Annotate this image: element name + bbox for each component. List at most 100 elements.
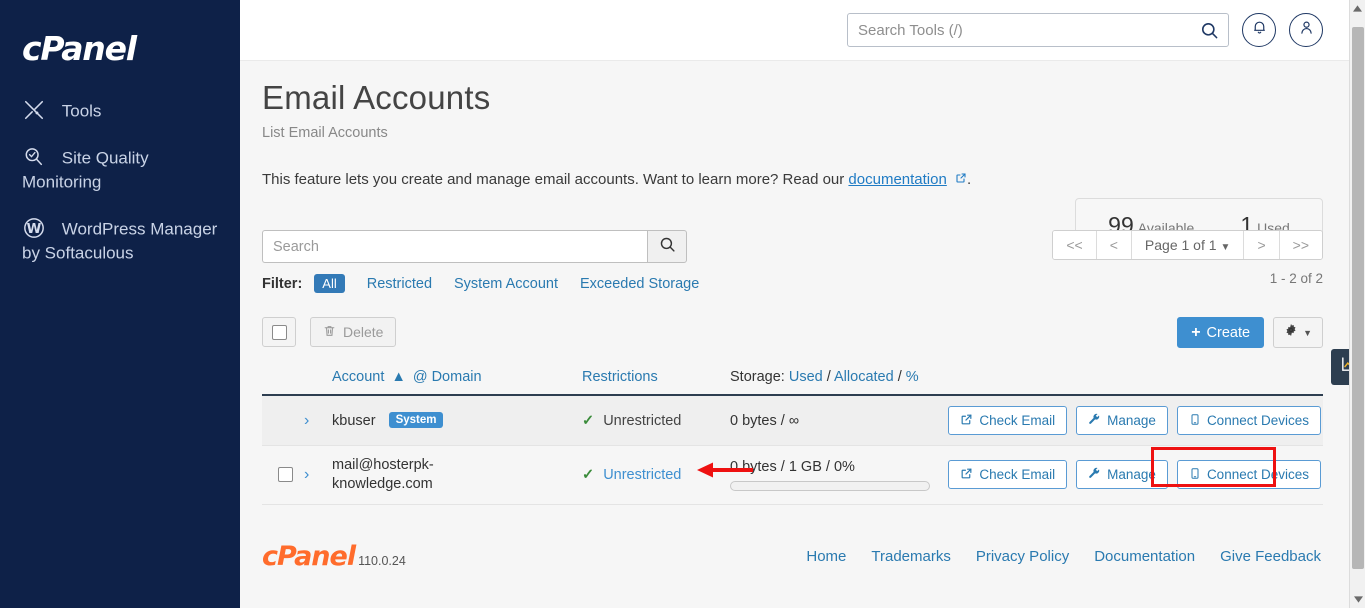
account-search-input[interactable] (262, 230, 647, 263)
top-bar (240, 0, 1365, 61)
scroll-up-arrow-icon[interactable] (1350, 0, 1365, 17)
create-button[interactable]: + Create (1177, 317, 1265, 348)
th-account-label: Account (332, 369, 385, 385)
chevron-right-icon[interactable]: › (304, 466, 309, 483)
account-search-button[interactable] (647, 230, 687, 263)
th-storage-allocated[interactable]: Allocated (834, 369, 894, 385)
select-all-checkbox[interactable] (262, 317, 296, 347)
th-domain-label: @ Domain (412, 369, 482, 385)
description-text: This feature lets you create and manage … (262, 171, 849, 188)
row-select-cell (262, 395, 304, 446)
pagination-first[interactable]: << (1053, 231, 1097, 259)
row-account-cell: kbuser System (332, 395, 582, 446)
chevron-down-icon: ▼ (1220, 242, 1231, 253)
th-storage-used[interactable]: Used (789, 369, 823, 385)
th-account[interactable]: Account ▲ @ Domain (332, 363, 582, 396)
footer-link-give-feedback[interactable]: Give Feedback (1220, 548, 1321, 565)
tools-search[interactable] (847, 13, 1229, 47)
storage-progress-bar (730, 480, 930, 491)
search-input[interactable] (848, 14, 1228, 46)
bulk-actions: Delete + Create ▼ (262, 317, 1323, 348)
version-label: 110.0.24 (358, 553, 406, 568)
tools-row: Filter: All Restricted System Account Ex… (262, 230, 1323, 293)
th-actions (945, 363, 1323, 396)
site-quality-icon (22, 146, 48, 168)
row-select-cell[interactable] (262, 446, 304, 505)
filter-system-account[interactable]: System Account (454, 276, 558, 292)
check-email-button[interactable]: Check Email (948, 406, 1068, 435)
cpanel-footer-logo: cPanel (262, 540, 356, 572)
check-icon: ✓ (582, 466, 595, 483)
row-checkbox[interactable] (278, 467, 293, 483)
chevron-down-icon: ▼ (1303, 327, 1312, 338)
check-icon: ✓ (582, 412, 595, 429)
row-restriction-cell: ✓ Unrestricted (582, 446, 730, 505)
pagination-current[interactable]: Page 1 of 1 ▼ (1131, 231, 1245, 259)
external-link-icon (951, 171, 967, 188)
footer-link-trademarks[interactable]: Trademarks (871, 548, 950, 565)
trash-icon (323, 324, 336, 341)
page-subtitle: List Email Accounts (262, 125, 388, 141)
svg-text:W: W (27, 222, 42, 237)
table-body: › kbuser System ✓ Unrestricted 0 bytes /… (262, 395, 1323, 505)
sidebar-item-site-quality-monitoring[interactable]: Site Quality Monitoring (0, 146, 240, 195)
mobile-icon (1189, 413, 1201, 429)
check-email-button[interactable]: Check Email (948, 460, 1068, 490)
user-icon (1298, 19, 1315, 41)
th-storage: Storage: Used / Allocated / % (730, 363, 945, 396)
footer-brand-wrap: cPanel 110.0.24 (262, 541, 406, 572)
plus-icon: + (1191, 323, 1201, 341)
page-scrollbar[interactable] (1349, 0, 1365, 608)
footer-link-privacy-policy[interactable]: Privacy Policy (976, 548, 1069, 565)
scroll-down-arrow-icon[interactable] (1350, 591, 1365, 608)
th-restrictions[interactable]: Restrictions (582, 363, 730, 396)
delete-button[interactable]: Delete (310, 317, 397, 347)
restriction-label[interactable]: Unrestricted (603, 467, 681, 483)
settings-dropdown-button[interactable]: ▼ (1273, 317, 1323, 348)
check-email-label: Check Email (979, 413, 1056, 428)
th-storage-percent[interactable]: % (906, 369, 919, 385)
mobile-icon (1189, 467, 1201, 483)
cpanel-page: cPanel Tools Site Quality Monitoring W W… (0, 0, 1365, 608)
documentation-link[interactable]: documentation (848, 171, 946, 188)
sidebar-item-tools[interactable]: Tools (0, 99, 240, 124)
pagination-next[interactable]: > (1244, 231, 1280, 259)
filter-exceeded-storage[interactable]: Exceeded Storage (580, 276, 699, 292)
account-button[interactable] (1289, 13, 1323, 47)
footer-link-home[interactable]: Home (806, 548, 846, 565)
th-expand (304, 363, 332, 396)
manage-button[interactable]: Manage (1076, 460, 1168, 490)
check-email-label: Check Email (979, 467, 1056, 483)
row-storage-cell: 0 bytes / ∞ (730, 395, 945, 446)
gear-icon (1284, 323, 1298, 342)
tools-icon (22, 99, 48, 121)
checkbox-box (271, 324, 287, 340)
row-expand-cell[interactable]: › (304, 395, 332, 446)
connect-devices-label: Connect Devices (1206, 413, 1309, 428)
pagination-prev[interactable]: < (1096, 231, 1132, 259)
notifications-button[interactable] (1242, 13, 1276, 47)
pagination-last[interactable]: >> (1279, 231, 1322, 259)
search-icon[interactable] (1200, 21, 1219, 45)
th-restrictions-label: Restrictions (582, 369, 658, 385)
filter-restricted[interactable]: Restricted (367, 276, 432, 292)
account-name: mail@hosterpk-knowledge.com (332, 457, 434, 492)
connect-devices-button[interactable]: Connect Devices (1176, 406, 1321, 435)
sidebar-item-label: WordPress Manager by Softaculous (22, 219, 218, 263)
chevron-right-icon[interactable]: › (304, 412, 309, 429)
connect-devices-button[interactable]: Connect Devices (1176, 460, 1321, 490)
content: Email Accounts List Email Accounts This … (240, 61, 1365, 608)
footer-links: Home Trademarks Privacy Policy Documenta… (806, 548, 1321, 565)
scrollbar-thumb[interactable] (1352, 27, 1364, 569)
manage-button[interactable]: Manage (1076, 406, 1168, 435)
th-storage-sep2: / (897, 369, 902, 385)
wordpress-icon: W (22, 217, 48, 239)
row-actions-cell: Check Email Manage Connect Devices (945, 446, 1323, 505)
table-header: Account ▲ @ Domain Restrictions Storage:… (262, 363, 1323, 396)
row-expand-cell[interactable]: › (304, 446, 332, 505)
filter-all[interactable]: All (314, 274, 345, 293)
sidebar-item-wordpress-manager[interactable]: W WordPress Manager by Softaculous (0, 217, 240, 266)
footer-link-documentation[interactable]: Documentation (1094, 548, 1195, 565)
footer: cPanel 110.0.24 Home Trademarks Privacy P… (262, 541, 1323, 572)
filter-label: Filter: (262, 275, 303, 292)
